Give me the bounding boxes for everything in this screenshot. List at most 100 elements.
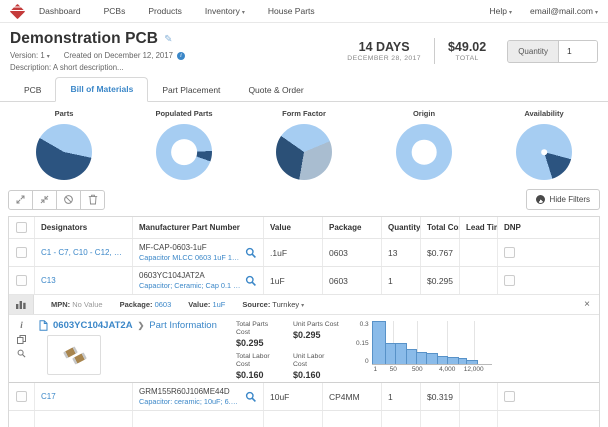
version-dropdown[interactable]: Version: 1▾ [10,51,50,60]
zoom-part-icon[interactable] [17,349,26,358]
copy-icon[interactable] [17,335,26,344]
part-number-link[interactable]: 0603YC104JAT2A [53,320,133,331]
info-icon[interactable]: i [20,321,23,330]
bar-chart-icon [16,300,26,309]
chart-form-factor: Form Factor [244,109,364,180]
availability-pie-chart[interactable] [516,124,572,180]
caret-down-icon: ▾ [47,54,50,60]
column-header-dnp[interactable]: DNP [498,217,599,238]
delete-rows-button[interactable] [80,190,105,210]
hide-filters-button[interactable]: Hide Filters [526,189,600,210]
lead-time-cell [460,267,498,294]
column-header-total-cost[interactable]: Total Cost [421,217,460,238]
edit-title-icon[interactable]: ✎ [164,34,172,45]
lead-time-stat: 14 DAYS DECEMBER 28, 2017 [347,40,421,62]
page-title: Demonstration PCB [10,30,158,48]
row-checkbox[interactable] [16,247,27,258]
column-header-value[interactable]: Value [264,217,323,238]
bom-toolbar: Hide Filters [0,184,608,216]
mpn-description-link[interactable]: Capacitor; Ceramic; Cap 0.1 uF; Tol 5%; … [139,281,242,290]
clear-selection-button[interactable] [56,190,81,210]
dnp-checkbox[interactable] [504,247,515,258]
designators-link[interactable]: C13 [41,276,56,285]
dnp-checkbox[interactable] [504,275,515,286]
caret-down-icon: ▾ [509,10,512,16]
pcb-header: Demonstration PCB ✎ Version: 1▾ Created … [0,23,608,75]
brand-logo-icon[interactable] [10,3,26,19]
parts-pie-chart[interactable] [36,124,92,180]
mpn-description-link[interactable]: Capacitor MLCC 0603 1uF 10% 25V [139,253,242,262]
chart-parts: Parts [4,109,124,180]
nav-item-pcbs[interactable]: PCBs [104,6,126,16]
search-part-icon[interactable] [245,247,257,259]
package-cell: CP4MM [323,383,382,410]
cost-item: Total Labor Cost$0.160 [236,353,283,381]
column-header-designators[interactable]: Designators [35,217,133,238]
tab-bar: PCB Bill of Materials Part Placement Quo… [0,75,608,102]
designators-link[interactable]: C17 [41,392,56,401]
filters-icon [536,195,545,204]
help-menu[interactable]: Help▾ [490,6,513,16]
chart-title: Origin [413,109,435,118]
quantity-control: Quantity [507,40,598,63]
nav-item-house-parts[interactable]: House Parts [268,6,315,16]
origin-pie-chart[interactable] [396,124,452,180]
search-part-icon[interactable] [245,391,257,403]
table-row: C1 - C7, C10 - C12, C14 - C16 MF-CAP-060… [9,239,599,267]
designators-link[interactable]: C1 - C7, C10 - C12, C14 - C16 [41,248,126,257]
mpn-description-link[interactable]: Capacitor: ceramic; 10uF; 6.3V; X5R; ±20… [139,397,242,406]
total-cost-cell: $0.767 [421,239,460,266]
cost-item: Unit Labor Cost$0.160 [293,353,340,381]
info-icon[interactable]: i [177,52,185,60]
part-thumbnail[interactable] [47,335,101,375]
expand-rows-button[interactable] [8,190,33,210]
row-checkbox[interactable] [16,391,27,402]
form-factor-pie-chart[interactable] [276,124,332,180]
total-cost-cell: $0.295 [421,267,460,294]
chart-populated-parts: Populated Parts [124,109,244,180]
column-header-quantity[interactable]: Quantity [382,217,421,238]
tab-pcb[interactable]: PCB [10,79,55,102]
tab-quote-order[interactable]: Quote & Order [234,79,317,102]
close-panel-icon[interactable]: × [584,300,590,310]
nav-item-products[interactable]: Products [148,6,182,16]
top-nav: Dashboard PCBs Products Inventory▾ House… [0,0,608,23]
nav-item-dashboard[interactable]: Dashboard [39,6,81,16]
part-summary: 0603YC104JAT2A ❯ Part Information [34,320,236,378]
account-menu[interactable]: email@mail.com▾ [530,6,598,16]
part-information-link[interactable]: Part Information [149,320,217,331]
tab-bill-of-materials[interactable]: Bill of Materials [55,77,148,102]
chart-origin: Origin [364,109,484,180]
search-part-icon[interactable] [245,275,257,287]
row-checkbox[interactable] [16,275,27,286]
chart-title: Availability [524,109,563,118]
package-value-link[interactable]: 0603 [155,300,172,309]
package-cell: 0603 [323,267,382,294]
chart-availability: Availability [484,109,604,180]
nav-item-inventory[interactable]: Inventory▾ [205,6,245,16]
cost-item: Total Parts Cost$0.295 [236,321,283,349]
quantity-cell: 1 [382,267,421,294]
column-header-lead-time[interactable]: Lead Time [460,217,498,238]
quantity-cell: 1 [382,383,421,410]
lead-time-cell [460,383,498,410]
tab-part-placement[interactable]: Part Placement [148,79,234,102]
mpn-text: 0603YC104JAT2A [139,271,242,281]
dnp-checkbox[interactable] [504,391,515,402]
price-bar [372,321,386,364]
collapse-rows-button[interactable] [32,190,57,210]
source-dropdown[interactable]: Source: Turnkey▾ [242,300,304,309]
quantity-cell: 13 [382,239,421,266]
bom-table: Designators Manufacturer Part Number Val… [8,216,600,427]
column-header-mpn[interactable]: Manufacturer Part Number [133,217,264,238]
column-header-package[interactable]: Package [323,217,382,238]
price-chart-toggle[interactable] [9,295,34,314]
lead-time-date: DECEMBER 28, 2017 [347,55,421,62]
populated-parts-pie-chart[interactable] [156,124,212,180]
select-all-checkbox[interactable] [16,222,27,233]
table-row-cropped [9,411,599,427]
total-cost-label: TOTAL [448,55,486,62]
quantity-input[interactable] [559,41,597,62]
chart-title: Populated Parts [155,109,212,118]
value-value-link[interactable]: 1uF [212,300,225,309]
